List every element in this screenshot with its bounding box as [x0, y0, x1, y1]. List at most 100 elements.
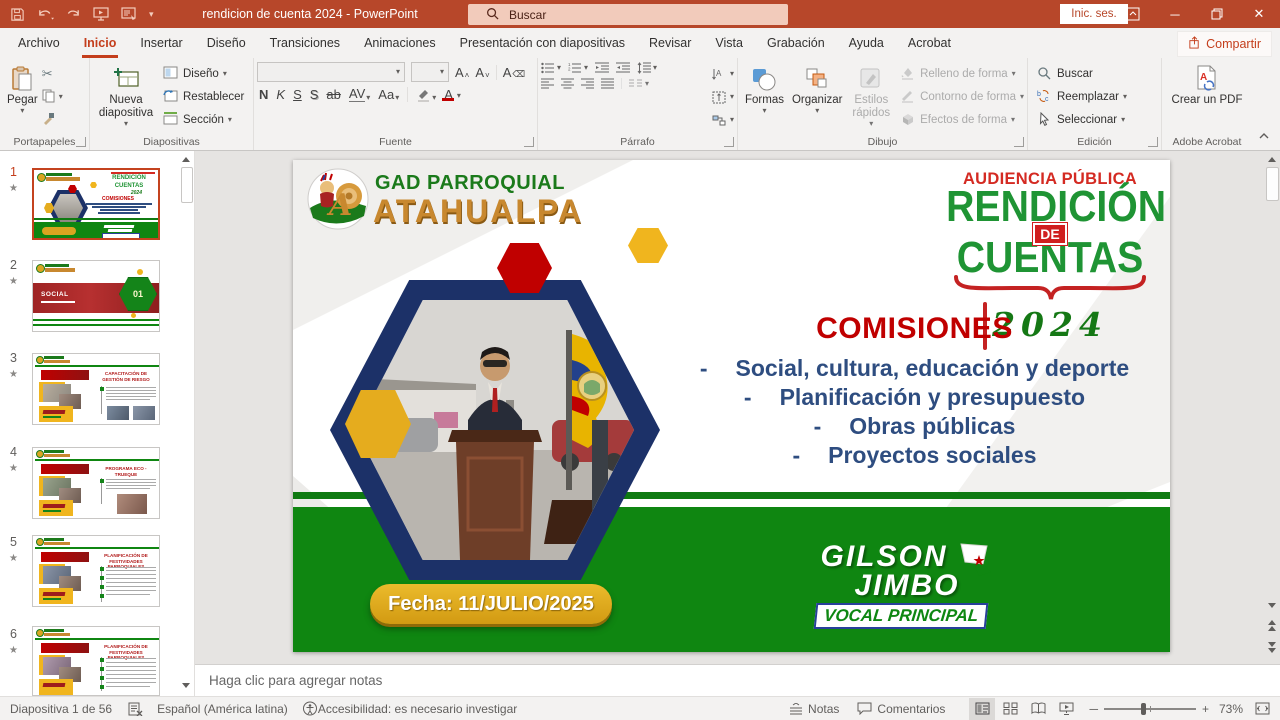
- tab-presentacion[interactable]: Presentación con diapositivas: [448, 28, 637, 58]
- slide-master-icon[interactable]: [121, 7, 137, 22]
- underline-button[interactable]: S: [293, 87, 302, 102]
- format-painter-button[interactable]: [42, 110, 63, 130]
- zoom-out-button[interactable]: ─: [1089, 702, 1098, 716]
- increase-indent-button[interactable]: [616, 62, 630, 74]
- slide-sorter-view-button[interactable]: [997, 698, 1023, 720]
- align-right-button[interactable]: [581, 78, 594, 89]
- text-shadow-button[interactable]: S: [310, 87, 319, 102]
- bullets-button[interactable]: ▾: [541, 62, 561, 74]
- editing-dialog-launcher[interactable]: [1148, 137, 1158, 147]
- font-color-button[interactable]: A▾: [444, 89, 461, 100]
- animation-star-icon[interactable]: ★: [9, 463, 18, 474]
- tab-vista[interactable]: Vista: [703, 28, 755, 58]
- author-block[interactable]: GILSON JIMBO VOCAL PRINCIPAL: [801, 542, 1001, 629]
- undo-icon[interactable]: [37, 7, 54, 21]
- tab-inicio[interactable]: Inicio: [72, 28, 129, 58]
- close-button[interactable]: ✕: [1238, 0, 1280, 28]
- animation-star-icon[interactable]: ★: [9, 645, 18, 656]
- line-spacing-button[interactable]: ▾: [637, 62, 657, 74]
- find-button[interactable]: Buscar: [1037, 64, 1127, 84]
- tab-grabacion[interactable]: Grabación: [755, 28, 837, 58]
- notes-toggle[interactable]: Notas: [789, 702, 839, 716]
- fit-to-window-button[interactable]: [1255, 702, 1270, 715]
- share-button[interactable]: Compartir: [1177, 31, 1272, 57]
- small-gold-hexagon[interactable]: [628, 228, 668, 263]
- tab-ayuda[interactable]: Ayuda: [837, 28, 896, 58]
- character-spacing-button[interactable]: AV▾: [349, 86, 370, 102]
- restore-button[interactable]: [1196, 0, 1238, 28]
- slideshow-view-button[interactable]: [1053, 698, 1079, 720]
- ribbon-display-options-button[interactable]: [1112, 0, 1154, 28]
- normal-view-button[interactable]: [969, 698, 995, 720]
- scroll-up-arrow[interactable]: [1266, 153, 1278, 165]
- thumbnail-scrollbar[interactable]: [180, 151, 192, 696]
- gad-atahualpa-logo[interactable]: A: [307, 168, 369, 230]
- justify-button[interactable]: [601, 78, 614, 89]
- notes-pane[interactable]: Haga clic para agregar notas: [195, 664, 1280, 696]
- text-direction-button[interactable]: A▾: [712, 64, 734, 84]
- clipboard-dialog-launcher[interactable]: [76, 137, 86, 147]
- animation-star-icon[interactable]: ★: [9, 553, 18, 564]
- font-dialog-launcher[interactable]: [524, 137, 534, 147]
- language-indicator[interactable]: Español (América latina): [157, 702, 288, 716]
- highlight-color-button[interactable]: ▾: [407, 87, 436, 102]
- grow-font-button[interactable]: A˄: [455, 65, 469, 80]
- align-left-button[interactable]: [541, 78, 554, 89]
- arrange-button[interactable]: Organizar ▾: [788, 62, 847, 134]
- change-case-button[interactable]: Aa▾: [378, 87, 399, 102]
- main-scrollbar[interactable]: [1265, 153, 1279, 662]
- zoom-in-button[interactable]: +: [1202, 702, 1209, 716]
- tab-archivo[interactable]: Archivo: [6, 28, 72, 58]
- scroll-up-arrow[interactable]: [180, 153, 192, 165]
- previous-slide-button[interactable]: [1266, 619, 1278, 631]
- clear-formatting-button[interactable]: A⌫: [496, 65, 525, 80]
- tab-animaciones[interactable]: Animaciones: [352, 28, 448, 58]
- copy-button[interactable]: ▾: [42, 87, 63, 107]
- proofing-error-icon[interactable]: [128, 702, 143, 716]
- save-icon[interactable]: [10, 7, 25, 22]
- shapes-button[interactable]: Formas ▾: [741, 62, 788, 134]
- new-slide-button[interactable]: Nueva diapositiva ▾: [93, 62, 159, 134]
- paragraph-dialog-launcher[interactable]: [724, 137, 734, 147]
- tab-transiciones[interactable]: Transiciones: [258, 28, 352, 58]
- redo-icon[interactable]: [66, 7, 81, 21]
- collapse-ribbon-button[interactable]: [1258, 127, 1270, 145]
- reading-view-button[interactable]: [1025, 698, 1051, 720]
- slide-thumbnail-3[interactable]: CAPACITACIÓN DE GESTIÓN DE RIESGO: [32, 353, 160, 425]
- drawing-dialog-launcher[interactable]: [1014, 137, 1024, 147]
- tab-revisar[interactable]: Revisar: [637, 28, 703, 58]
- minimize-button[interactable]: ─: [1154, 0, 1196, 28]
- reset-button[interactable]: Restablecer: [163, 87, 244, 107]
- animation-star-icon[interactable]: ★: [9, 276, 18, 287]
- slide-thumbnail-1[interactable]: RENDICIÓN CUENTAS 2024 COMISIONES: [32, 168, 160, 240]
- zoom-slider-thumb[interactable]: [1141, 703, 1146, 715]
- shrink-font-button[interactable]: A˅: [475, 65, 489, 80]
- tab-acrobat[interactable]: Acrobat: [896, 28, 963, 58]
- slide-thumbnail-4[interactable]: PROGRAMA ECO - TRUEQUE: [32, 447, 160, 519]
- font-name-combo[interactable]: ▾: [257, 62, 405, 82]
- start-slideshow-icon[interactable]: [93, 7, 109, 22]
- comisiones-text-box[interactable]: COMISIONES -Social, cultura, educación y…: [663, 312, 1166, 470]
- scrollbar-thumb[interactable]: [1266, 167, 1279, 201]
- slide-thumbnail-2[interactable]: SOCIAL 01: [32, 260, 160, 332]
- search-input[interactable]: Buscar: [468, 4, 788, 25]
- date-pill[interactable]: Fecha: 11/JULIO/2025: [370, 584, 612, 624]
- italic-button[interactable]: K: [276, 87, 285, 102]
- layout-button[interactable]: Diseño▾: [163, 64, 244, 84]
- animation-star-icon[interactable]: ★: [9, 369, 18, 380]
- slide-thumbnail-6[interactable]: PLANIFICACIÓN DE FESTIVIDADES PARROQUIAL…: [32, 626, 160, 696]
- scrollbar-thumb[interactable]: [181, 167, 193, 203]
- slide-1-editor[interactable]: A GAD PARROQUIAL ATAHUALPA AUDIENCIA PÚB…: [293, 160, 1170, 652]
- convert-smartart-button[interactable]: ▾: [712, 110, 734, 130]
- paste-button[interactable]: Pegar ▾: [3, 62, 42, 134]
- font-size-combo[interactable]: ▾: [411, 62, 449, 82]
- tab-insertar[interactable]: Insertar: [128, 28, 194, 58]
- bold-button[interactable]: N: [259, 87, 268, 102]
- replace-button[interactable]: bcReemplazar▾: [1037, 87, 1127, 107]
- animation-star-icon[interactable]: ★: [9, 183, 18, 194]
- logo-text-gad-parroquial[interactable]: GAD PARROQUIAL: [375, 172, 565, 195]
- create-pdf-button[interactable]: A Crear un PDF: [1168, 62, 1247, 134]
- zoom-level[interactable]: 73%: [1219, 702, 1243, 716]
- numbering-button[interactable]: 12▾: [568, 62, 588, 74]
- strikethrough-button[interactable]: ab: [326, 87, 340, 102]
